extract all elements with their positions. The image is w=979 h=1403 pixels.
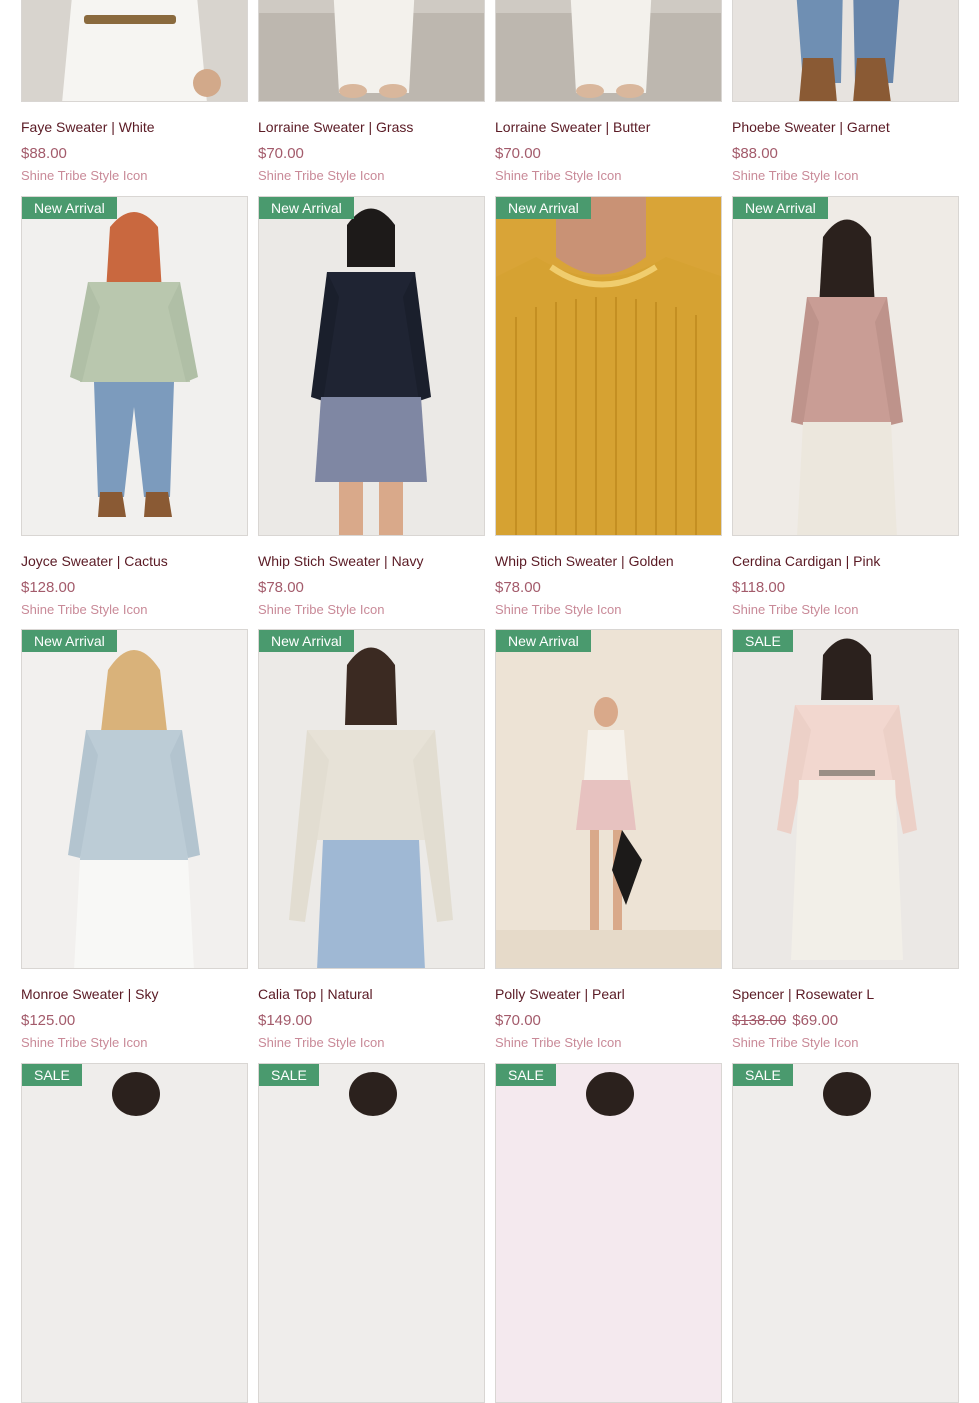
badge-sale: SALE (496, 1064, 556, 1086)
badge-new-arrival: New Arrival (496, 630, 591, 652)
product-image[interactable]: New Arrival (732, 196, 959, 536)
product-brand[interactable]: Shine Tribe Style Icon (495, 602, 621, 617)
product-title[interactable]: Spencer | Rosewater L (732, 986, 874, 1002)
product-price: $138.00 $69.00 (732, 1012, 838, 1029)
product-photo-icon (22, 197, 247, 535)
product-title[interactable]: Polly Sweater | Pearl (495, 986, 625, 1002)
product-image[interactable]: New Arrival (495, 629, 722, 969)
product-title[interactable]: Cerdina Cardigan | Pink (732, 553, 880, 569)
product-photo-icon (259, 1064, 484, 1402)
product-brand[interactable]: Shine Tribe Style Icon (495, 168, 621, 183)
product-title[interactable]: Phoebe Sweater | Garnet (732, 119, 890, 135)
product-image[interactable]: New Arrival (495, 196, 722, 536)
product-image[interactable] (258, 0, 485, 102)
product-title[interactable]: Faye Sweater | White (21, 119, 155, 135)
product-photo-icon (733, 1064, 958, 1402)
badge-sale: SALE (259, 1064, 319, 1086)
product-photo-icon (496, 197, 721, 535)
product-image[interactable] (21, 0, 248, 102)
product-price: $88.00 (732, 145, 778, 162)
badge-new-arrival: New Arrival (496, 197, 591, 219)
product-image[interactable]: SALE (495, 1063, 722, 1403)
product-image[interactable]: SALE (258, 1063, 485, 1403)
product-title[interactable]: Calia Top | Natural (258, 986, 373, 1002)
product-price: $70.00 (258, 145, 304, 162)
product-image[interactable] (732, 0, 959, 102)
product-photo-icon (22, 630, 247, 968)
product-photo-icon (733, 0, 958, 101)
product-image[interactable]: New Arrival (258, 196, 485, 536)
product-photo-icon (22, 1064, 247, 1402)
product-title[interactable]: Lorraine Sweater | Butter (495, 119, 650, 135)
product-brand[interactable]: Shine Tribe Style Icon (21, 1035, 147, 1050)
product-brand[interactable]: Shine Tribe Style Icon (258, 1035, 384, 1050)
product-image[interactable] (495, 0, 722, 102)
product-photo-icon (496, 630, 721, 968)
product-photo-icon (22, 0, 247, 101)
product-price: $78.00 (495, 579, 541, 596)
product-photo-icon (733, 630, 958, 968)
product-price: $78.00 (258, 579, 304, 596)
product-title[interactable]: Whip Stich Sweater | Golden (495, 553, 674, 569)
product-brand[interactable]: Shine Tribe Style Icon (258, 168, 384, 183)
product-photo-icon (496, 0, 721, 101)
product-image[interactable]: SALE (21, 1063, 248, 1403)
badge-new-arrival: New Arrival (733, 197, 828, 219)
product-price: $70.00 (495, 145, 541, 162)
product-brand[interactable]: Shine Tribe Style Icon (732, 1035, 858, 1050)
product-photo-icon (496, 1064, 721, 1402)
product-photo-icon (259, 630, 484, 968)
badge-new-arrival: New Arrival (22, 197, 117, 219)
product-image[interactable]: New Arrival (21, 196, 248, 536)
product-title[interactable]: Monroe Sweater | Sky (21, 986, 158, 1002)
product-title[interactable]: Whip Stich Sweater | Navy (258, 553, 423, 569)
badge-sale: SALE (733, 1064, 793, 1086)
product-brand[interactable]: Shine Tribe Style Icon (495, 1035, 621, 1050)
badge-new-arrival: New Arrival (259, 197, 354, 219)
product-photo-icon (259, 0, 484, 101)
product-image[interactable]: SALE (732, 1063, 959, 1403)
badge-new-arrival: New Arrival (22, 630, 117, 652)
product-image[interactable]: New Arrival (258, 629, 485, 969)
product-image[interactable]: SALE (732, 629, 959, 969)
product-photo-icon (259, 197, 484, 535)
product-price: $88.00 (21, 145, 67, 162)
badge-new-arrival: New Arrival (259, 630, 354, 652)
product-title[interactable]: Joyce Sweater | Cactus (21, 553, 168, 569)
badge-sale: SALE (733, 630, 793, 652)
product-brand[interactable]: Shine Tribe Style Icon (21, 602, 147, 617)
product-price: $125.00 (21, 1012, 76, 1029)
product-title[interactable]: Lorraine Sweater | Grass (258, 119, 413, 135)
product-photo-icon (733, 197, 958, 535)
product-price: $128.00 (21, 579, 76, 596)
product-old-price: $138.00 (732, 1012, 787, 1029)
product-brand[interactable]: Shine Tribe Style Icon (732, 602, 858, 617)
product-image[interactable]: New Arrival (21, 629, 248, 969)
product-price: $149.00 (258, 1012, 313, 1029)
product-price: $70.00 (495, 1012, 541, 1029)
product-brand[interactable]: Shine Tribe Style Icon (732, 168, 858, 183)
product-price: $118.00 (732, 579, 786, 596)
product-brand[interactable]: Shine Tribe Style Icon (258, 602, 384, 617)
product-brand[interactable]: Shine Tribe Style Icon (21, 168, 147, 183)
product-sale-price: $69.00 (792, 1012, 839, 1029)
badge-sale: SALE (22, 1064, 82, 1086)
